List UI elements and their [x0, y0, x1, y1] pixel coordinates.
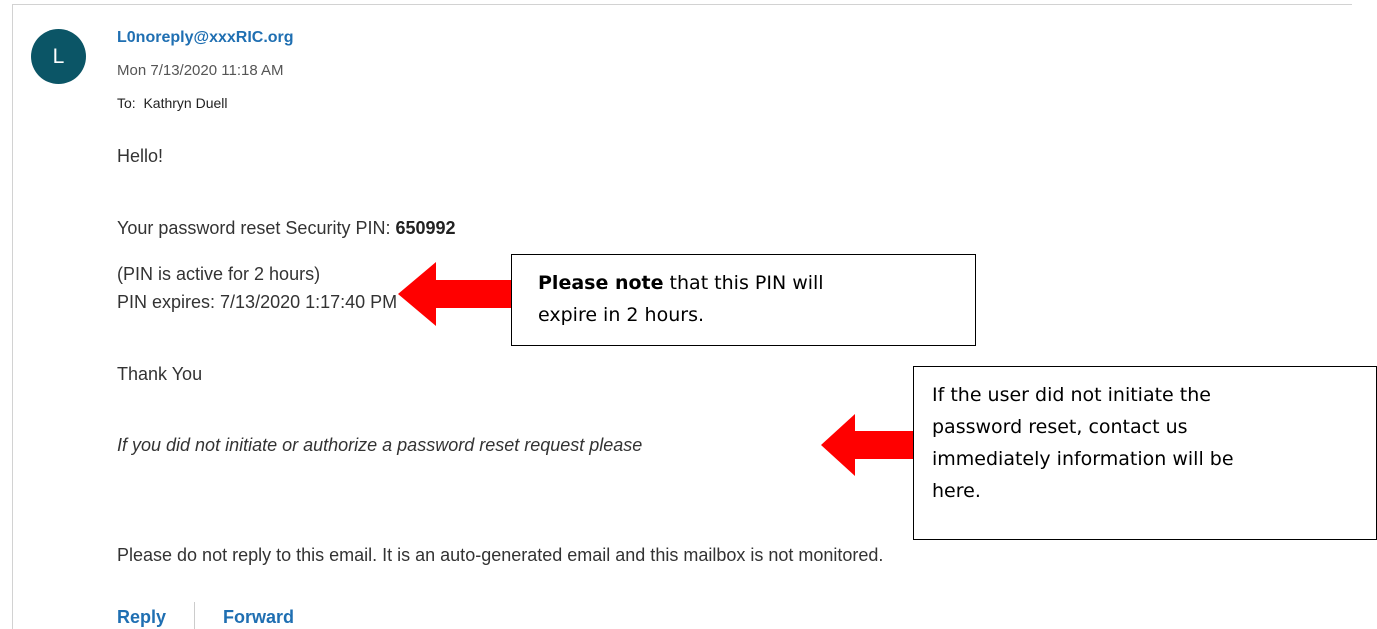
sent-date: Mon 7/13/2020 11:18 AM — [117, 62, 284, 79]
pane-left-border — [12, 4, 13, 629]
pin-prefix: Your password reset Security PIN: — [117, 218, 396, 238]
callout-1-line-2: expire in 2 hours. — [538, 304, 705, 326]
reply-button[interactable]: Reply — [117, 607, 166, 628]
footer-text: Please do not reply to this email. It is… — [117, 545, 884, 565]
warning-text: If you did not initiate or authorize a p… — [117, 435, 643, 455]
avatar-initial: L — [52, 44, 65, 68]
contact-info-callout: If the user did not initiate the passwor… — [913, 366, 1377, 540]
pin-expiry-callout: Please note that this PIN will expire in… — [511, 254, 976, 346]
callout-2-line-2: password reset, contact us — [932, 416, 1188, 438]
callout-1-line-1: Please note that this PIN will — [538, 267, 975, 299]
sender-address[interactable]: L0noreply@xxxRIC.org — [117, 29, 294, 47]
recipient-line: To: Kathryn Duell — [117, 95, 228, 111]
forward-button[interactable]: Forward — [223, 607, 294, 628]
callout-1-rest: that this PIN will — [663, 272, 824, 294]
security-pin: 650992 — [395, 218, 456, 238]
annotation-arrow-2 — [821, 414, 917, 476]
callout-1-bold: Please note — [538, 272, 664, 294]
pin-expires: PIN expires: 7/13/2020 1:17:40 PM — [117, 292, 398, 312]
thank-you: Thank You — [117, 364, 203, 384]
to-label: To: — [117, 95, 136, 111]
actions-divider — [194, 602, 196, 629]
arrow-2-shape — [821, 414, 917, 476]
pin-active-note: (PIN is active for 2 hours) — [117, 264, 321, 284]
message-actions: Reply Forward — [117, 602, 294, 629]
arrow-1-shape — [398, 262, 518, 326]
pane-top-border — [12, 4, 1352, 5]
greeting: Hello! — [117, 146, 164, 166]
callout-2-line-3: immediately information will be — [932, 448, 1234, 470]
annotation-arrow-1 — [398, 262, 518, 326]
email-reading-pane: L L0noreply@xxxRIC.org Mon 7/13/2020 11:… — [0, 0, 1377, 629]
callout-2-line-4: here. — [932, 480, 981, 502]
sender-avatar[interactable]: L — [31, 29, 86, 84]
callout-2-line-1: If the user did not initiate the — [932, 384, 1211, 406]
recipient-name[interactable]: Kathryn Duell — [143, 95, 227, 111]
pin-line: Your password reset Security PIN: 650992 — [117, 218, 456, 239]
